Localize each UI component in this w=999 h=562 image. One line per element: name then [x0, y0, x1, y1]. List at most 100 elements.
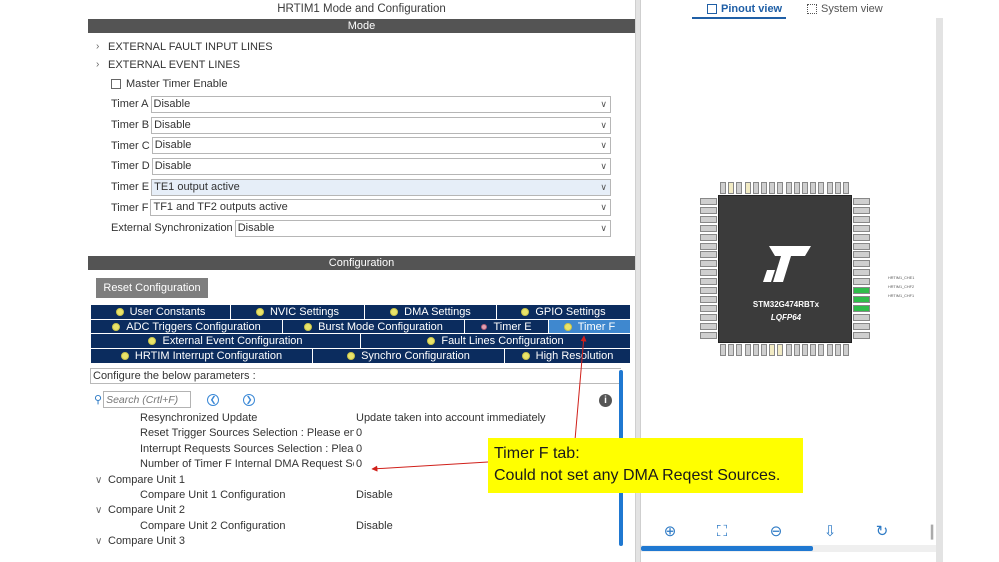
chip-pin[interactable] [853, 331, 870, 339]
export-icon[interactable]: ⇩ [821, 523, 839, 541]
chip-pin[interactable] [700, 269, 717, 277]
chip-pin[interactable] [793, 344, 800, 356]
tab-burst-mode[interactable]: Burst Mode Configuration [283, 319, 465, 335]
ext-sync-select[interactable]: Disable ∨ [234, 219, 611, 237]
chip-pin[interactable] [853, 215, 870, 223]
chip-pin[interactable] [826, 182, 833, 194]
chip-pin[interactable] [736, 182, 743, 194]
chip-pin[interactable] [777, 344, 784, 356]
previous-icon[interactable]: ❮ [207, 393, 220, 406]
timer-c-select[interactable]: Disable ∨ [151, 137, 611, 155]
chip-pin[interactable] [769, 182, 776, 194]
chip-pin[interactable] [853, 313, 870, 321]
chip-pin[interactable] [853, 198, 870, 205]
param-row[interactable]: Compare Unit 2 Configuration Disable [88, 519, 624, 534]
tab-fault-lines[interactable]: Fault Lines Configuration [361, 334, 631, 350]
chip-pin[interactable] [853, 233, 870, 241]
chip-pin[interactable] [700, 233, 717, 241]
chip-pin[interactable] [834, 344, 841, 356]
chip-pin[interactable] [853, 278, 870, 286]
mcu-chip-diagram[interactable]: STM32G474RBTx LQFP64 [699, 182, 889, 364]
tab-synchro[interactable]: Synchro Configuration [313, 349, 505, 364]
pinout-hscroll[interactable] [641, 546, 813, 551]
master-timer-checkbox[interactable] [111, 79, 121, 89]
chip-pin[interactable] [777, 182, 784, 194]
pinout-view-tab[interactable]: Pinout view [707, 3, 782, 15]
mcu-chip-body[interactable]: STM32G474RBTx LQFP64 [718, 195, 852, 343]
chip-pin[interactable] [818, 344, 825, 356]
chip-pin[interactable] [700, 304, 717, 312]
chip-pin[interactable] [736, 344, 743, 356]
timer-e-select[interactable]: TE1 output active ∨ [151, 178, 611, 196]
chip-pin[interactable] [700, 322, 717, 330]
chip-pin[interactable] [728, 344, 735, 356]
chip-pin[interactable] [785, 344, 792, 356]
chip-pin[interactable] [700, 224, 717, 232]
chip-pin[interactable] [843, 182, 849, 194]
chip-pin[interactable] [853, 295, 870, 303]
chip-pin[interactable] [853, 287, 870, 294]
group-compare-unit-3[interactable]: ∨ Compare Unit 3 [88, 534, 624, 549]
chip-pin[interactable] [728, 182, 735, 194]
chip-pin[interactable] [700, 331, 717, 339]
tab-hrtim-interrupt[interactable]: HRTIM Interrupt Configuration [91, 349, 313, 364]
fit-screen-icon[interactable]: ⛶ [713, 523, 731, 541]
chip-pin[interactable] [720, 344, 726, 356]
reset-configuration-button[interactable]: Reset Configuration [96, 278, 208, 298]
param-row[interactable]: Resynchronized Update Update taken into … [88, 411, 624, 426]
tab-high-resolution[interactable]: High Resolution [505, 349, 631, 364]
tab-gpio-settings[interactable]: GPIO Settings [497, 305, 631, 320]
chip-pin[interactable] [752, 344, 759, 356]
chip-pin[interactable] [700, 215, 717, 223]
chip-pin[interactable] [744, 182, 751, 194]
tab-adc-triggers[interactable]: ADC Triggers Configuration [91, 319, 283, 335]
chip-pin[interactable] [853, 260, 870, 268]
chip-pin[interactable] [853, 242, 870, 250]
timer-f-select[interactable]: TF1 and TF2 outputs active ∨ [150, 199, 611, 217]
chip-pin[interactable] [700, 313, 717, 321]
chip-pin[interactable] [818, 182, 825, 194]
chip-pin[interactable] [853, 322, 870, 330]
chip-pin[interactable] [700, 260, 717, 268]
chip-pin[interactable] [802, 182, 808, 194]
chip-pin[interactable] [761, 344, 767, 356]
group-compare-unit-2[interactable]: ∨ Compare Unit 2 [88, 503, 624, 518]
search-input[interactable] [103, 391, 192, 408]
tab-timer-f[interactable]: Timer F [549, 319, 631, 335]
tab-dma-settings[interactable]: DMA Settings [365, 305, 497, 320]
tab-user-constants[interactable]: User Constants [91, 305, 231, 320]
chip-pin[interactable] [802, 344, 808, 356]
tab-timer-e[interactable]: Timer E [465, 319, 549, 335]
next-icon[interactable]: ❯ [243, 393, 256, 406]
chip-pin[interactable] [853, 206, 870, 214]
info-icon[interactable]: i [599, 394, 612, 407]
zoom-out-icon[interactable]: ⊖ [767, 523, 785, 541]
chip-pin[interactable] [700, 242, 717, 250]
chip-pin[interactable] [853, 304, 870, 312]
chip-pin[interactable] [700, 287, 717, 294]
chip-pin[interactable] [744, 344, 751, 356]
system-view-tab[interactable]: System view [807, 3, 883, 15]
chip-pin[interactable] [700, 251, 717, 259]
tab-external-event[interactable]: External Event Configuration [91, 334, 361, 350]
chip-pin[interactable] [793, 182, 800, 194]
master-timer-row[interactable]: Master Timer Enable [88, 74, 635, 94]
tree-external-fault[interactable]: › EXTERNAL FAULT INPUT LINES [88, 38, 635, 56]
timer-a-select[interactable]: Disable ∨ [150, 95, 611, 113]
chip-pin[interactable] [834, 182, 841, 194]
rotate-icon[interactable]: ↻ [873, 523, 891, 541]
chip-pin[interactable] [843, 344, 849, 356]
chip-pin[interactable] [810, 182, 817, 194]
chip-pin[interactable] [700, 206, 717, 214]
tab-nvic-settings[interactable]: NVIC Settings [231, 305, 365, 320]
tree-external-event[interactable]: › EXTERNAL EVENT LINES [88, 56, 635, 74]
chip-pin[interactable] [769, 344, 776, 356]
chip-pin[interactable] [785, 182, 792, 194]
chip-pin[interactable] [853, 269, 870, 277]
chip-pin[interactable] [700, 278, 717, 286]
chip-pin[interactable] [853, 224, 870, 232]
chip-pin[interactable] [761, 182, 767, 194]
chip-pin[interactable] [700, 295, 717, 303]
timer-b-select[interactable]: Disable ∨ [151, 116, 611, 134]
chip-pin[interactable] [720, 182, 726, 194]
